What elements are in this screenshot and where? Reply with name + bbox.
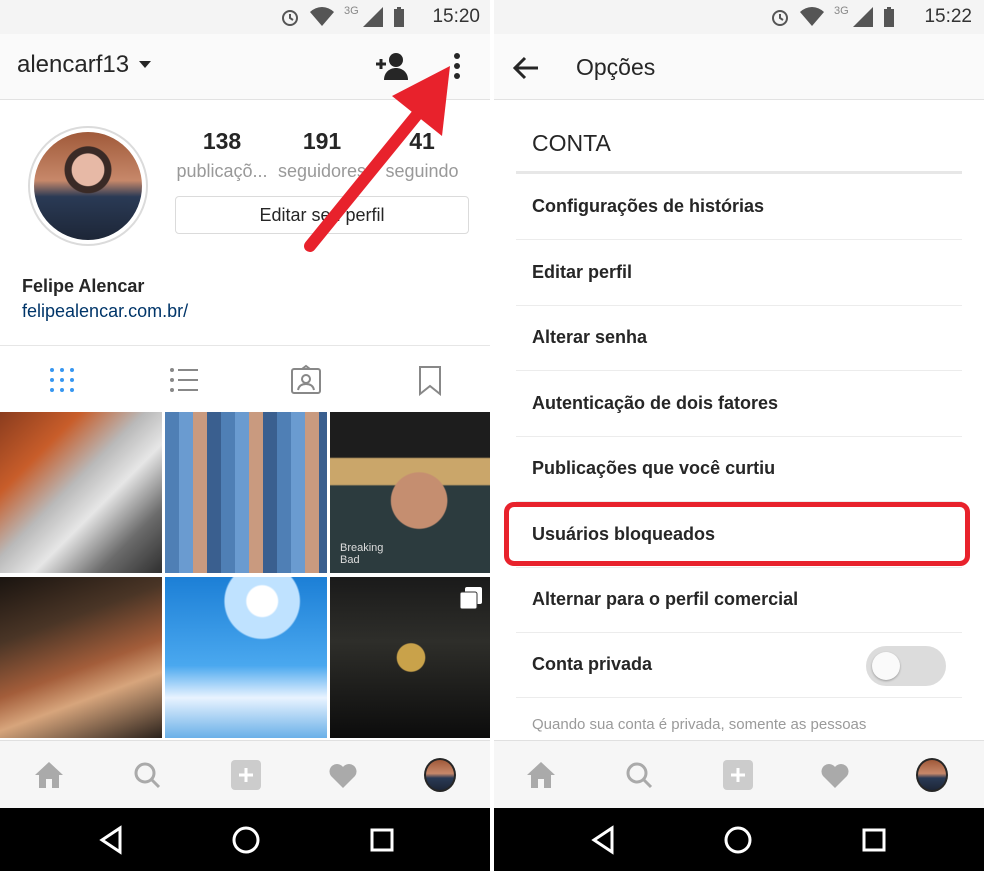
stat-posts[interactable]: 138 publicaçõ... <box>172 128 272 182</box>
back-triangle-icon[interactable] <box>96 825 126 855</box>
option-label: Editar perfil <box>532 262 633 282</box>
option-switch-business-profile[interactable]: Alternar para o perfil comercial <box>516 567 962 633</box>
photo-thumbnail[interactable] <box>165 577 327 738</box>
bottom-tab-bar <box>492 740 984 808</box>
saved-bookmark-icon[interactable] <box>414 364 446 396</box>
multiple-photos-icon <box>460 587 482 609</box>
heart-icon <box>821 764 849 788</box>
home-tab[interactable] <box>33 759 65 791</box>
option-story-settings[interactable]: Configurações de histórias <box>516 174 962 240</box>
options-header: Opções <box>492 34 984 100</box>
activity-tab[interactable] <box>819 759 851 791</box>
avatar-photo <box>34 132 142 240</box>
status-bar: 3G 15:22 <box>492 0 984 34</box>
alarm-icon <box>772 10 788 26</box>
photo-thumbnail[interactable] <box>330 577 492 738</box>
plus-square-icon <box>231 760 261 790</box>
back-triangle-icon[interactable] <box>588 825 618 855</box>
home-circle-icon[interactable] <box>723 825 753 855</box>
profile-tab[interactable] <box>916 758 948 792</box>
options-screen: 3G 15:22 Opções CONTA Configurações de h… <box>492 0 984 871</box>
heart-icon <box>329 764 357 788</box>
page-title: Opções <box>576 54 656 80</box>
photo-grid: Breaking Bad <box>0 412 492 740</box>
new-post-tab[interactable] <box>230 759 262 791</box>
search-icon <box>134 762 161 789</box>
signal-icon <box>852 7 873 27</box>
battery-icon <box>393 7 404 27</box>
home-icon <box>35 762 63 788</box>
status-icons: 3G <box>770 5 895 27</box>
photo-thumbnail[interactable]: Breaking Bad <box>330 412 492 573</box>
bottom-tab-bar <box>0 740 492 808</box>
username: alencarf13 <box>17 51 130 78</box>
photo-thumbnail[interactable] <box>0 577 162 738</box>
avatar <box>916 758 948 792</box>
status-icons: 3G <box>280 5 405 27</box>
recents-square-icon[interactable] <box>859 825 889 855</box>
back-arrow-icon[interactable] <box>512 54 540 82</box>
new-post-tab[interactable] <box>722 759 754 791</box>
option-label: Conta privada <box>532 654 653 674</box>
option-two-factor-auth[interactable]: Autenticação de dois fatores <box>516 371 962 437</box>
photo-overlay-text: Breaking Bad <box>340 542 384 566</box>
clock: 15:22 <box>924 6 972 27</box>
option-change-password[interactable]: Alterar senha <box>516 305 962 371</box>
photo-thumbnail[interactable] <box>0 412 162 573</box>
profile-tab[interactable] <box>424 758 456 792</box>
option-label: Publicações que você curtiu <box>532 458 776 478</box>
home-tab[interactable] <box>525 759 557 791</box>
option-label: Alterar senha <box>532 327 648 347</box>
annotation-arrow <box>304 66 450 252</box>
profile-tabs <box>0 345 492 411</box>
signal-icon <box>362 7 383 27</box>
android-navigation-bar <box>0 808 492 871</box>
recents-square-icon[interactable] <box>367 825 397 855</box>
search-tab[interactable] <box>623 759 655 791</box>
stat-number: 138 <box>202 128 242 154</box>
toggle-knob <box>872 652 900 680</box>
option-private-account[interactable]: Conta privada <box>516 632 962 698</box>
private-account-note: Quando sua conta é privada, somente as p… <box>532 716 867 733</box>
account-switcher[interactable]: alencarf13 <box>17 51 152 79</box>
stat-label: publicaçõ... <box>176 161 268 181</box>
search-tab[interactable] <box>131 759 163 791</box>
profile-full-name: Felipe Alencar <box>22 276 145 296</box>
clock: 15:20 <box>432 6 480 27</box>
option-label: Autenticação de dois fatores <box>532 393 779 413</box>
list-view-icon[interactable] <box>168 364 200 396</box>
option-label: Alternar para o perfil comercial <box>532 589 799 609</box>
profile-website-link[interactable]: felipealencar.com.br/ <box>22 301 188 322</box>
network-type: 3G <box>834 5 849 17</box>
activity-tab[interactable] <box>327 759 359 791</box>
annotation-highlight-box <box>504 502 970 566</box>
alarm-icon <box>282 10 298 26</box>
grid-view-icon[interactable] <box>46 364 78 396</box>
tagged-photos-icon[interactable] <box>290 364 322 396</box>
screens-divider <box>490 0 494 871</box>
android-navigation-bar <box>492 808 984 871</box>
photo-thumbnail[interactable] <box>165 412 327 573</box>
caret-down-icon <box>139 61 152 68</box>
plus-square-icon <box>723 760 753 790</box>
option-liked-posts[interactable]: Publicações que você curtiu <box>516 436 962 502</box>
option-edit-profile[interactable]: Editar perfil <box>516 240 962 306</box>
network-type: 3G <box>344 5 359 17</box>
profile-avatar[interactable] <box>28 126 148 246</box>
section-header: CONTA <box>532 130 611 156</box>
option-label: Configurações de histórias <box>532 196 765 216</box>
home-circle-icon[interactable] <box>231 825 261 855</box>
wifi-icon <box>800 7 824 27</box>
search-icon <box>626 762 653 789</box>
profile-screen: 3G 15:20 alencarf13 138 publicaçõ... 191… <box>0 0 492 871</box>
status-bar: 3G 15:20 <box>0 0 492 34</box>
avatar <box>424 758 456 792</box>
home-icon <box>527 762 555 788</box>
battery-icon <box>883 7 894 27</box>
wifi-icon <box>310 7 334 27</box>
private-account-toggle[interactable] <box>866 646 946 686</box>
